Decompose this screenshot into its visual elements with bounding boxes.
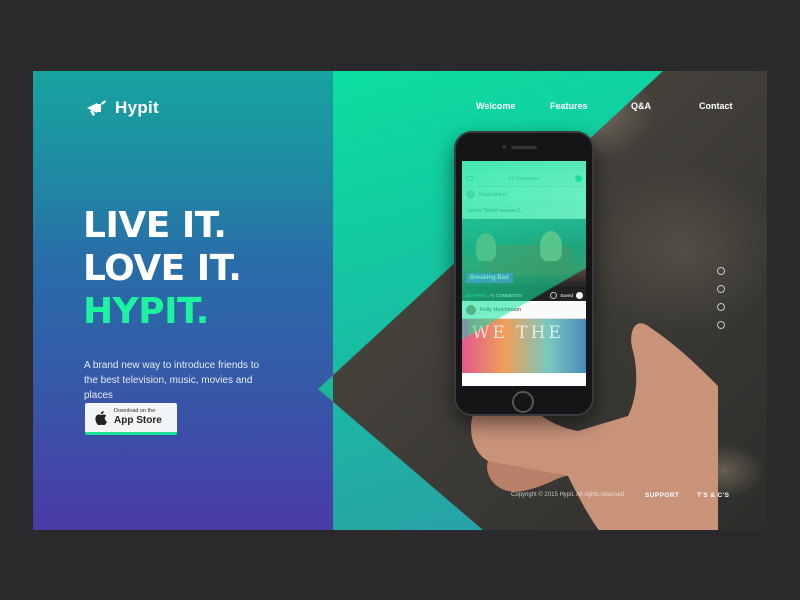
app-store-caption: Download on the: [114, 407, 156, 414]
apple-icon: [95, 410, 107, 425]
phone-screen: All Categories Rosie Mabel series! Watch…: [462, 161, 586, 386]
hype-icon: [550, 291, 558, 299]
person-shape: [540, 231, 562, 261]
show-image: Breaking Bad: [462, 219, 586, 289]
share-icon: [576, 291, 583, 299]
person-shape: [476, 233, 496, 261]
list-item-name: Rosie Mabel: [479, 191, 507, 198]
status-bar: [462, 161, 586, 171]
headline-line-2: LOVE IT.: [83, 248, 242, 289]
album-poster: WE THE: [462, 319, 586, 373]
app-store-button[interactable]: Download on the App Store: [85, 403, 177, 435]
hero-headline: LIVE IT. LOVE IT. HYPIT.: [83, 204, 242, 333]
phone-mockup: All Categories Rosie Mabel series! Watch…: [454, 131, 594, 416]
comment-count: / 5 COMMENTS: [489, 292, 523, 298]
poster-text: WE THE: [472, 323, 564, 343]
footer: Copyright © 2015 Hypit. All rights reser…: [33, 492, 767, 502]
headline-line-3: HYPIT.: [83, 291, 209, 332]
hero-frame: All Categories Rosie Mabel series! Watch…: [33, 71, 767, 530]
pager-dot-1[interactable]: [717, 267, 725, 275]
hype-count: 16 HYPES: [465, 292, 487, 298]
badge-icon: [575, 175, 582, 182]
message-preview: series! Watch season 3...: [462, 203, 586, 219]
slide-pager: [717, 267, 725, 339]
hero-tagline: A brand new way to introduce friends to …: [84, 360, 260, 401]
saved-label: Saved: [560, 292, 573, 298]
nav-welcome[interactable]: Welcome: [476, 101, 515, 111]
copyright: Copyright © 2015 Hypit. All rights reser…: [511, 492, 625, 498]
support-link[interactable]: SUPPORT: [645, 492, 679, 499]
main-nav: Welcome Features Q&A Contact: [33, 101, 767, 115]
nav-contact[interactable]: Contact: [699, 101, 733, 111]
list-item: Rosie Mabel: [462, 187, 586, 203]
nav-qa[interactable]: Q&A: [631, 101, 651, 111]
headline-line-1: LIVE IT.: [83, 205, 227, 246]
show-tag: Breaking Bad: [466, 273, 513, 283]
avatar: [466, 304, 476, 315]
app-header: All Categories: [462, 171, 586, 187]
show-meta: 16 HYPES / 5 COMMENTS Saved: [462, 289, 586, 301]
nav-features[interactable]: Features: [550, 101, 588, 111]
camera-icon: [502, 145, 506, 149]
app-header-title: All Categories: [508, 175, 540, 182]
speaker-grille: [511, 146, 537, 149]
pager-dot-4[interactable]: [717, 321, 725, 329]
avatar: [466, 190, 475, 199]
pager-dot-2[interactable]: [717, 285, 725, 293]
list-item: Kelly Hutchinson: [462, 301, 586, 319]
music-tag-icon: [462, 319, 468, 337]
pager-dot-3[interactable]: [717, 303, 725, 311]
home-button: [512, 391, 534, 413]
terms-link[interactable]: T'S & C'S: [697, 492, 729, 499]
group-icon: [466, 176, 473, 181]
app-store-label: App Store: [114, 415, 162, 427]
list-item-name: Kelly Hutchinson: [480, 306, 521, 313]
